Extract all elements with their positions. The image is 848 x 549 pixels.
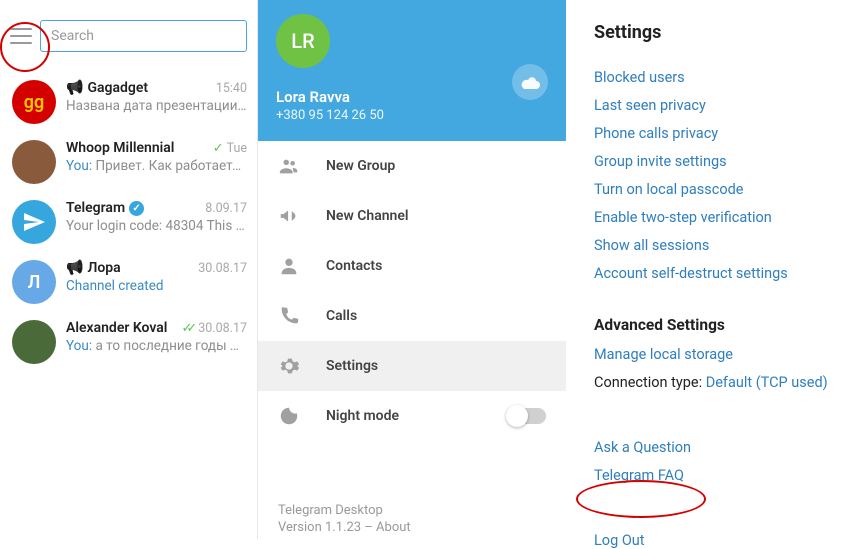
double-check-icon: ✓✓ bbox=[181, 321, 191, 336]
chat-name: Whoop Millennial bbox=[66, 140, 174, 156]
app-footer: Telegram Desktop Version 1.1.23 – About bbox=[258, 503, 566, 539]
settings-heading: Settings bbox=[594, 22, 848, 43]
chat-item[interactable]: Л 📢Лора 30.08.17 Channel created bbox=[0, 252, 257, 312]
chat-preview: You: Привет. Как работается? bbox=[66, 158, 247, 174]
saved-messages-cloud-icon[interactable] bbox=[512, 64, 548, 100]
chat-preview: Названа дата презентации … bbox=[66, 98, 247, 114]
channel-icon: 📢 bbox=[66, 80, 83, 96]
telegram-faq-link[interactable]: Telegram FAQ bbox=[594, 467, 848, 484]
chat-time: ✓Tue bbox=[213, 141, 247, 156]
chat-item[interactable]: gg 📢Gagadget 15:40 Названа дата презентации… bbox=[0, 72, 257, 132]
footer-app-name: Telegram Desktop bbox=[278, 503, 546, 518]
chat-item[interactable]: Alexander Koval ✓✓30.08.17 You: а то после… bbox=[0, 312, 257, 372]
channel-icon: 📢 bbox=[66, 260, 83, 276]
chat-avatar bbox=[12, 140, 56, 184]
menu-item-calls[interactable]: Calls bbox=[258, 291, 566, 341]
ask-question-link[interactable]: Ask a Question bbox=[594, 439, 848, 456]
menu-label: New Channel bbox=[326, 208, 409, 224]
settings-link-phone-calls-privacy[interactable]: Phone calls privacy bbox=[594, 125, 848, 142]
connection-type-row: Connection type: Default (TCP used) bbox=[594, 374, 848, 391]
settings-link-enable-two-step-verification[interactable]: Enable two-step verification bbox=[594, 209, 848, 226]
menu-hamburger-icon[interactable] bbox=[10, 28, 32, 44]
settings-link-show-all-sessions[interactable]: Show all sessions bbox=[594, 237, 848, 254]
manage-local-storage-link[interactable]: Manage local storage bbox=[594, 346, 848, 363]
group-icon bbox=[278, 155, 300, 177]
check-icon: ✓ bbox=[213, 141, 224, 156]
menu-item-contacts[interactable]: Contacts bbox=[258, 241, 566, 291]
gear-icon bbox=[278, 355, 300, 377]
chat-avatar: Л bbox=[12, 260, 56, 304]
search-row: Search bbox=[0, 0, 257, 72]
chat-avatar bbox=[12, 320, 56, 364]
log-out-link[interactable]: Log Out bbox=[594, 532, 848, 549]
chat-name: 📢Gagadget bbox=[66, 80, 148, 96]
verified-icon bbox=[129, 201, 144, 216]
chat-name: Alexander Koval bbox=[66, 320, 167, 336]
footer-version[interactable]: Version 1.1.23 – About bbox=[278, 520, 546, 535]
contact-icon bbox=[278, 255, 300, 277]
search-placeholder: Search bbox=[51, 28, 94, 44]
drawer-panel: LR Lora Ravva +380 95 124 26 50 New Grou… bbox=[258, 0, 566, 539]
chat-preview: Channel created bbox=[66, 278, 247, 294]
menu-label: Night mode bbox=[326, 408, 399, 424]
menu-label: New Group bbox=[326, 158, 395, 174]
settings-link-blocked-users[interactable]: Blocked users bbox=[594, 69, 848, 86]
connection-type-label: Connection type: bbox=[594, 374, 706, 391]
profile-name: Lora Ravva bbox=[276, 88, 548, 106]
main-menu: New Group New Channel Contacts Calls Setting… bbox=[258, 141, 566, 441]
chat-name: Telegram bbox=[66, 200, 144, 216]
connection-type-value[interactable]: Default (TCP used) bbox=[706, 374, 828, 391]
advanced-settings-heading: Advanced Settings bbox=[594, 316, 848, 334]
menu-item-new-channel[interactable]: New Channel bbox=[258, 191, 566, 241]
chat-time: 30.08.17 bbox=[198, 261, 247, 276]
profile-avatar[interactable]: LR bbox=[276, 14, 330, 68]
menu-label: Calls bbox=[326, 308, 357, 324]
menu-item-new-group[interactable]: New Group bbox=[258, 141, 566, 191]
menu-label: Contacts bbox=[326, 258, 382, 274]
chat-item[interactable]: Whoop Millennial ✓Tue You: Привет. Как раб… bbox=[0, 132, 257, 192]
search-input[interactable]: Search bbox=[40, 20, 247, 52]
night-mode-toggle[interactable] bbox=[508, 408, 546, 424]
chat-preview: Your login code: 48304 This c… bbox=[66, 218, 247, 234]
chat-name: 📢Лора bbox=[66, 260, 121, 276]
profile-header: LR Lora Ravva +380 95 124 26 50 bbox=[258, 0, 566, 141]
settings-link-turn-on-local-passcode[interactable]: Turn on local passcode bbox=[594, 181, 848, 198]
chat-time: 8.09.17 bbox=[205, 201, 247, 216]
settings-link-group-invite-settings[interactable]: Group invite settings bbox=[594, 153, 848, 170]
settings-panel: Settings Blocked users Last seen privacy P… bbox=[566, 0, 848, 539]
profile-phone: +380 95 124 26 50 bbox=[276, 108, 548, 123]
phone-icon bbox=[278, 305, 300, 327]
chat-preview: You: а то последние годы A… bbox=[66, 338, 247, 354]
menu-item-settings[interactable]: Settings bbox=[258, 341, 566, 391]
chat-avatar bbox=[12, 200, 56, 244]
menu-label: Settings bbox=[326, 358, 378, 374]
moon-icon bbox=[278, 405, 300, 427]
megaphone-icon bbox=[278, 205, 300, 227]
chat-avatar: gg bbox=[12, 80, 56, 124]
settings-link-last-seen-privacy[interactable]: Last seen privacy bbox=[594, 97, 848, 114]
chat-item[interactable]: Telegram 8.09.17 Your login code: 48304 Th… bbox=[0, 192, 257, 252]
menu-item-night-mode[interactable]: Night mode bbox=[258, 391, 566, 441]
chat-time: ✓✓30.08.17 bbox=[181, 321, 247, 336]
chat-list-panel: Search gg 📢Gagadget 15:40 Названа дата през… bbox=[0, 0, 258, 539]
chat-time: 15:40 bbox=[216, 81, 247, 96]
settings-link-account-self-destruct-settings[interactable]: Account self-destruct settings bbox=[594, 265, 848, 282]
